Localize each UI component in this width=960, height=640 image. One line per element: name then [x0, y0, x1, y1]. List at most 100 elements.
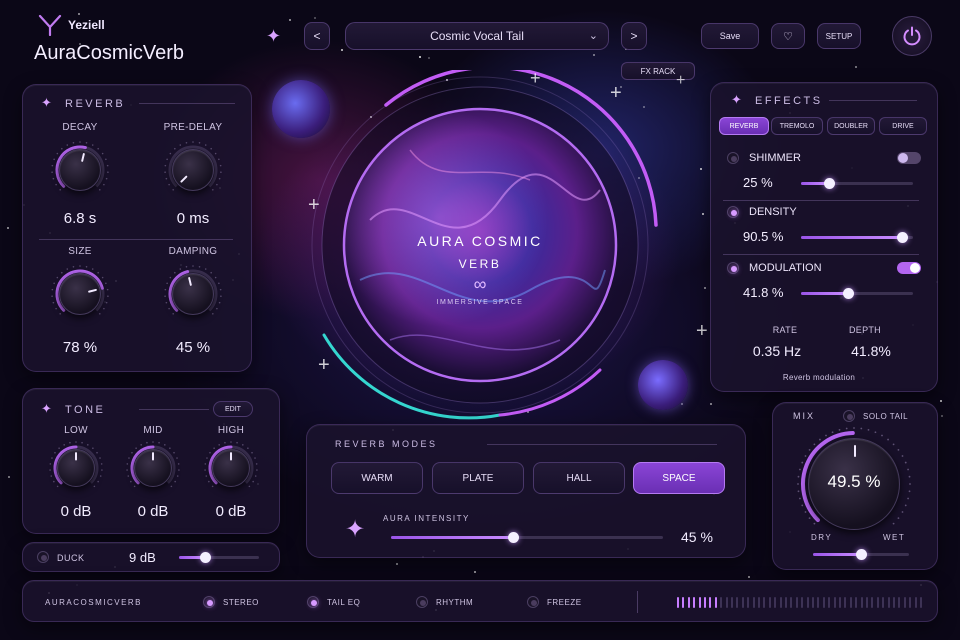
meter-segment — [914, 597, 917, 608]
save-button[interactable]: Save — [701, 23, 759, 49]
star — [8, 476, 11, 479]
intensity-slider[interactable] — [391, 532, 663, 543]
effects-tab-reverb[interactable]: REVERB — [719, 117, 769, 135]
decay-knob[interactable] — [50, 140, 110, 200]
favorite-button[interactable]: ♡ — [771, 23, 805, 49]
duck-slider[interactable] — [179, 552, 259, 563]
intensity-label: AURA INTENSITY — [383, 514, 470, 523]
meter-segment — [833, 597, 836, 608]
meter-segment — [849, 597, 852, 608]
meter-segment — [790, 597, 793, 608]
mid-knob[interactable] — [125, 440, 181, 496]
duck-slider-thumb[interactable] — [199, 552, 211, 563]
tail-eq-toggle[interactable] — [307, 596, 319, 608]
shimmer-slider[interactable] — [801, 178, 913, 189]
duck-toggle[interactable] — [37, 551, 49, 563]
star — [396, 563, 399, 566]
sparkle-icon: ✦ — [41, 95, 52, 110]
freeze-label: FREEZE — [547, 598, 582, 607]
size-knob[interactable] — [50, 264, 110, 324]
meter-segment — [795, 597, 798, 608]
mode-plate-button[interactable]: PLATE — [432, 462, 524, 494]
shimmer-enable-dot[interactable] — [727, 152, 739, 164]
solo-tail-toggle[interactable] — [843, 410, 855, 422]
dry-wet-slider-thumb[interactable] — [856, 549, 867, 560]
intensity-slider-thumb[interactable] — [508, 532, 520, 543]
mode-hall-button[interactable]: HALL — [533, 462, 625, 494]
chevron-down-icon: ⌄ — [588, 30, 598, 42]
meter-segment — [763, 597, 766, 608]
level-meter — [677, 597, 927, 608]
meter-segment — [693, 597, 696, 608]
footer-product-name: AURACOSMICVERB — [45, 598, 143, 607]
meter-segment — [876, 597, 879, 608]
power-button[interactable] — [892, 16, 932, 56]
modulation-slider[interactable] — [801, 288, 913, 299]
effects-tab-drive[interactable]: DRIVE — [879, 117, 927, 135]
meter-segment — [709, 597, 712, 608]
meter-segment — [844, 597, 847, 608]
modulation-toggle[interactable] — [897, 262, 921, 274]
low-knob[interactable] — [48, 440, 104, 496]
effects-tab-tremolo[interactable]: TREMOLO — [771, 117, 823, 135]
density-enable-dot[interactable] — [727, 206, 739, 218]
effects-tab-doubler[interactable]: DOUBLER — [827, 117, 875, 135]
mode-space-button[interactable]: SPACE — [633, 462, 725, 494]
meter-segment — [817, 597, 820, 608]
meter-segment — [839, 597, 841, 608]
modulation-enable-dot[interactable] — [727, 262, 739, 274]
rate-label: RATE — [772, 325, 798, 335]
high-knob[interactable] — [203, 440, 259, 496]
preset-selector[interactable]: Cosmic Vocal Tail ⌄ — [345, 22, 609, 50]
setup-button[interactable]: SETUP — [817, 23, 861, 49]
modulation-slider-thumb[interactable] — [842, 288, 854, 299]
meter-segment — [682, 597, 685, 608]
effects-footer: Reverb modulation — [782, 373, 856, 382]
rhythm-toggle[interactable] — [416, 596, 428, 608]
star — [341, 48, 344, 51]
shimmer-slider-thumb[interactable] — [824, 178, 835, 189]
star — [855, 66, 858, 69]
power-icon — [903, 26, 921, 46]
effects-panel: ✦ EFFECTS RATE 0.35 Hz DEPTH 41.8% Rever… — [710, 82, 938, 392]
sparkle-icon: ✦ — [266, 26, 282, 46]
stereo-toggle[interactable] — [203, 596, 215, 608]
tone-title: TONE — [65, 404, 106, 416]
damping-knob[interactable] — [163, 264, 223, 324]
prev-preset-button[interactable]: < — [304, 22, 330, 50]
dry-wet-slider[interactable] — [813, 549, 909, 560]
meter-segment — [806, 597, 809, 608]
meter-segment — [677, 597, 679, 608]
mode-warm-button[interactable]: WARM — [331, 462, 423, 494]
divider — [39, 239, 233, 240]
modulation-slider-fill — [801, 292, 848, 295]
meter-segment — [736, 597, 739, 608]
star — [419, 56, 422, 59]
shimmer-toggle[interactable] — [897, 152, 921, 164]
density-slider-thumb[interactable] — [897, 232, 909, 243]
star — [592, 54, 595, 57]
density-label: DENSITY — [749, 206, 797, 218]
density-slider[interactable] — [801, 232, 913, 243]
star — [288, 18, 291, 21]
freeze-toggle[interactable] — [527, 596, 539, 608]
meter-segment — [779, 597, 782, 608]
modulation-label: MODULATION — [749, 262, 822, 274]
meter-segment — [720, 597, 723, 608]
star — [747, 576, 750, 579]
effects-title: EFFECTS — [755, 95, 823, 107]
high-knob-body — [212, 449, 250, 487]
rhythm-label: RHYTHM — [436, 598, 474, 607]
tone-edit-button[interactable]: EDIT — [213, 401, 253, 417]
next-preset-button[interactable]: > — [621, 22, 647, 50]
pre-delay-knob[interactable] — [163, 140, 223, 200]
sparkle-icon: ✦ — [731, 92, 742, 107]
orb-title-line1: AURA COSMIC — [417, 233, 543, 249]
sparkle-icon: + — [308, 194, 320, 216]
divider — [637, 591, 638, 613]
reverb-title: REVERB — [65, 98, 126, 110]
meter-segment — [822, 597, 825, 608]
meter-segment — [882, 597, 885, 608]
depth-label: DEPTH — [848, 325, 881, 335]
meter-segment — [774, 597, 777, 608]
